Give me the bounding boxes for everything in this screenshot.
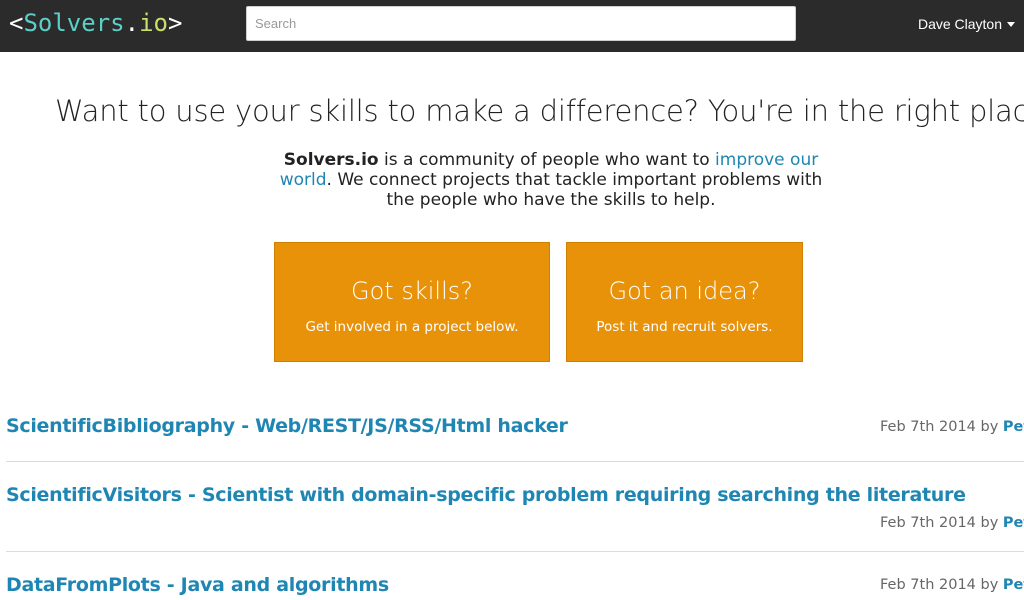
logo-open-bracket: <	[9, 9, 24, 37]
logo-dot: .	[124, 9, 140, 37]
project-meta: Feb 7th 2014 by Pete	[880, 417, 1024, 437]
intro-brand: Solvers.io	[283, 150, 379, 170]
project-date: Feb 7th 2014	[880, 419, 976, 435]
got-an-idea-button[interactable]: Got an idea? Post it and recruit solvers…	[566, 242, 803, 362]
project-title-link[interactable]: ScientificVisitors - Scientist with doma…	[6, 482, 966, 508]
user-menu-dropdown[interactable]: Dave Clayton	[918, 15, 1015, 33]
project-title-link[interactable]: DataFromPlots - Java and algorithms	[6, 572, 389, 598]
project-by: by	[980, 515, 999, 531]
logo-close-bracket: >	[167, 9, 183, 37]
user-name: Dave Clayton	[917, 16, 1002, 32]
project-title-link[interactable]: ScientificBibliography - Web/REST/JS/RSS…	[6, 413, 568, 439]
intro-text-1: is a community of people who want to	[378, 150, 716, 170]
logo-name: Solvers	[23, 9, 125, 37]
site-logo[interactable]: <Solvers.io>	[9, 7, 182, 39]
cta-title: Got skills?	[351, 277, 473, 305]
project-meta: Feb 7th 2014 by Pete	[880, 575, 1024, 595]
divider	[6, 461, 1024, 462]
top-navbar: <Solvers.io> Dave Clayton	[0, 0, 1024, 52]
hero-intro: Solvers.io is a community of people who …	[270, 150, 832, 210]
cta-subtitle: Get involved in a project below.	[305, 319, 519, 335]
project-date: Feb 7th 2014	[880, 577, 976, 593]
search-input[interactable]	[246, 6, 796, 41]
got-skills-button[interactable]: Got skills? Get involved in a project be…	[274, 242, 550, 362]
project-author-link[interactable]: Pete	[1003, 577, 1024, 593]
project-by: by	[980, 577, 999, 593]
divider	[6, 551, 1024, 552]
project-date: Feb 7th 2014	[880, 515, 976, 531]
hero-headline: Want to use your skills to make a differ…	[55, 94, 1024, 128]
project-author-link[interactable]: Pete	[1003, 419, 1024, 435]
project-by: by	[980, 419, 999, 435]
project-author-link[interactable]: Pete	[1003, 515, 1024, 531]
caret-down-icon	[1007, 21, 1015, 27]
logo-tld: io	[139, 9, 168, 37]
cta-title: Got an idea?	[608, 277, 761, 305]
project-meta: Feb 7th 2014 by Pete	[880, 513, 1024, 533]
cta-subtitle: Post it and recruit solvers.	[596, 319, 773, 335]
intro-text-2: . We connect projects that tackle import…	[326, 170, 823, 210]
